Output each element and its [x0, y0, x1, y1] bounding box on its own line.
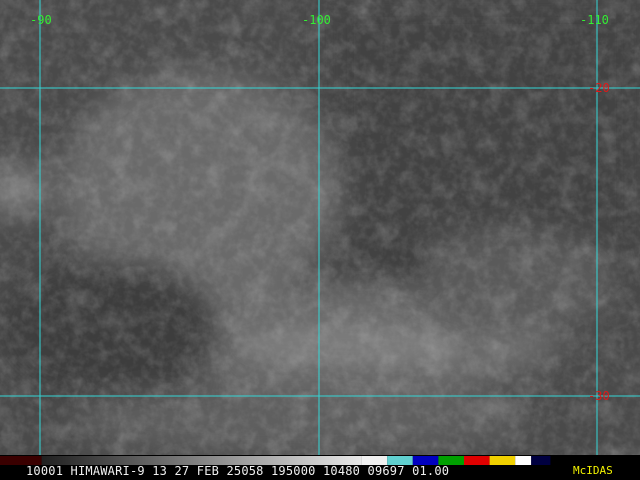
lat-label-20: -20	[588, 81, 610, 95]
lon-label-90: -90	[30, 13, 52, 27]
colorbar-segment	[531, 456, 551, 465]
fine-texture	[0, 0, 640, 455]
colorbar-segment	[515, 456, 532, 465]
mcidas-brand: McIDAS	[573, 464, 613, 477]
image-metadata-text: 10001 HIMAWARI-9 13 27 FEB 25058 195000 …	[26, 464, 450, 478]
lon-label-110: -110	[580, 13, 609, 27]
lat-label-30: -30	[588, 389, 610, 403]
satellite-ir-image	[0, 0, 640, 455]
lon-label-100: -100	[302, 13, 331, 27]
colorbar-segment	[464, 456, 490, 465]
colorbar-segment	[489, 456, 516, 465]
